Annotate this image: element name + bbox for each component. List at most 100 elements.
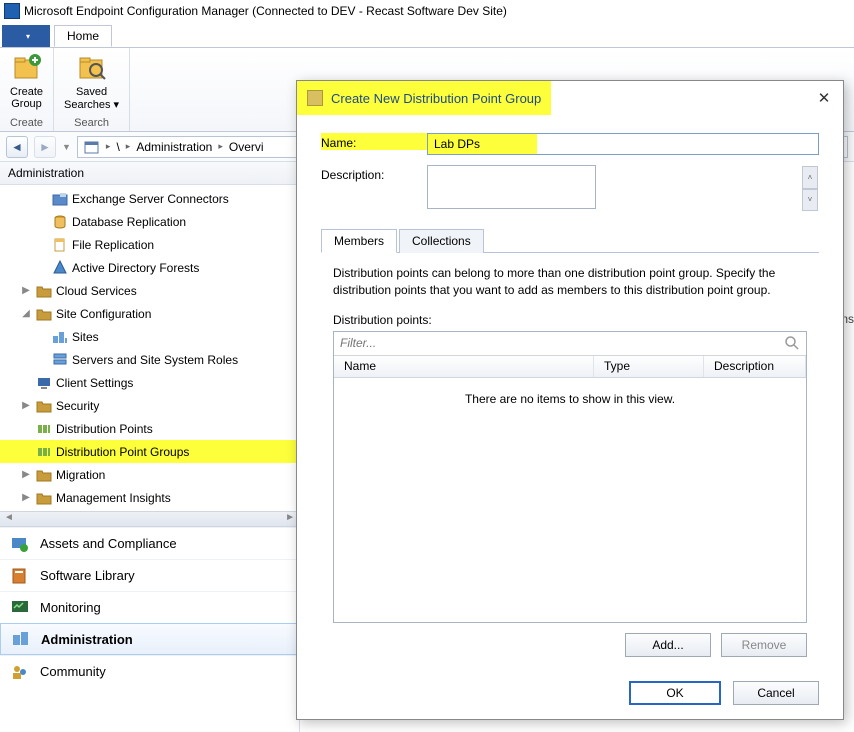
create-group-button[interactable]: Create Group	[10, 52, 43, 110]
tree-label: Security	[56, 399, 99, 413]
tab-body-members: Distribution points can belong to more t…	[321, 253, 819, 657]
window-titlebar: Microsoft Endpoint Configuration Manager…	[0, 0, 854, 22]
col-type[interactable]: Type	[594, 356, 704, 377]
cancel-button[interactable]: Cancel	[733, 681, 819, 705]
breadcrumb-seg[interactable]: Overvi	[229, 140, 264, 154]
expand-caret[interactable]: ▶	[20, 285, 32, 296]
tab-members[interactable]: Members	[321, 229, 397, 253]
nav-history-dropdown[interactable]: ▼	[62, 142, 71, 152]
name-label: Name:	[321, 133, 427, 150]
tree-icon	[36, 490, 52, 506]
dp-list-label: Distribution points:	[333, 313, 807, 327]
tree-label: Distribution Points	[56, 422, 153, 436]
home-tab-label: Home	[67, 29, 99, 43]
tree-item[interactable]: Database Replication	[0, 210, 299, 233]
tree-label: File Replication	[72, 238, 154, 252]
expand-caret[interactable]: ▶	[20, 400, 32, 411]
tree-label: Site Configuration	[56, 307, 151, 321]
chevron-icon: ▸	[106, 141, 111, 152]
nav-scrollbar[interactable]	[0, 511, 299, 527]
tree-label: Database Replication	[72, 215, 186, 229]
tree-icon	[36, 421, 52, 437]
tree-label: Active Directory Forests	[72, 261, 199, 275]
col-name[interactable]: Name	[334, 356, 594, 377]
tree-item[interactable]: ▶Management Insights	[0, 486, 299, 509]
wunderbar-icon	[10, 534, 30, 554]
tree-icon	[36, 398, 52, 414]
tree-label: Exchange Server Connectors	[72, 192, 229, 206]
close-button[interactable]: ✕	[815, 89, 833, 107]
add-button[interactable]: Add...	[625, 633, 711, 657]
tree-icon	[52, 214, 68, 230]
chevron-icon: ▸	[126, 141, 131, 152]
create-group-icon	[11, 52, 43, 84]
description-input[interactable]	[427, 165, 596, 209]
col-description[interactable]: Description	[704, 356, 806, 377]
create-dp-group-dialog: Create New Distribution Point Group ✕ Na…	[296, 80, 844, 720]
navigation-pane: Administration Exchange Server Connector…	[0, 162, 300, 732]
wunderbar-icon	[10, 598, 30, 618]
tree-icon	[36, 467, 52, 483]
tree-label: Distribution Point Groups	[56, 445, 189, 459]
search-icon[interactable]	[784, 335, 800, 351]
tree-icon	[52, 191, 68, 207]
expand-caret[interactable]: ▶	[20, 469, 32, 480]
filter-input[interactable]	[340, 333, 784, 353]
tree-label: Migration	[56, 468, 105, 482]
tree-item[interactable]: Sites	[0, 325, 299, 348]
app-icon	[4, 3, 20, 19]
forward-button[interactable]: ►	[34, 136, 56, 158]
remove-button[interactable]: Remove	[721, 633, 807, 657]
saved-searches-icon	[76, 52, 108, 84]
dialog-title: Create New Distribution Point Group	[331, 91, 541, 106]
nav-tree[interactable]: Exchange Server Connectors Database Repli…	[0, 185, 299, 511]
saved-searches-button[interactable]: Saved Searches ▾	[64, 52, 119, 111]
members-description: Distribution points can belong to more t…	[333, 265, 807, 299]
chevron-icon: ▸	[218, 141, 223, 152]
expand-caret[interactable]: ▶	[20, 492, 32, 503]
tab-members-label: Members	[334, 234, 384, 248]
wunderbar-item[interactable]: Software Library	[0, 559, 299, 591]
tree-icon	[52, 329, 68, 345]
file-tab[interactable]	[2, 25, 50, 47]
tree-item[interactable]: Servers and Site System Roles	[0, 348, 299, 371]
wunderbar-label: Assets and Compliance	[40, 536, 177, 551]
tree-item[interactable]: ▶ Migration	[0, 463, 299, 486]
tree-item[interactable]: Active Directory Forests	[0, 256, 299, 279]
dialog-footer: OK Cancel	[297, 667, 843, 719]
tree-item[interactable]: Distribution Points	[0, 417, 299, 440]
tree-item[interactable]: Exchange Server Connectors	[0, 187, 299, 210]
dialog-tabs: Members Collections	[321, 228, 819, 253]
ok-button[interactable]: OK	[629, 681, 721, 705]
name-input[interactable]	[427, 133, 819, 155]
nav-pane-title: Administration	[0, 162, 299, 185]
tree-label: Client Settings	[56, 376, 133, 390]
tree-icon	[36, 283, 52, 299]
tree-item[interactable]: ◢ Site Configuration	[0, 302, 299, 325]
tree-item[interactable]: ▶ Security	[0, 394, 299, 417]
tree-item[interactable]: File Replication	[0, 233, 299, 256]
breadcrumb-root-icon	[84, 139, 100, 155]
ribbon-group-search: Saved Searches ▾ Search	[54, 48, 130, 131]
wunderbar-item[interactable]: Community	[0, 655, 299, 687]
wunderbar-item[interactable]: Monitoring	[0, 591, 299, 623]
back-button[interactable]: ◄	[6, 136, 28, 158]
ribbon-tabstrip: Home	[0, 22, 854, 48]
description-label: Description:	[321, 165, 427, 182]
tab-collections[interactable]: Collections	[399, 229, 484, 253]
breadcrumb-seg[interactable]: Administration	[136, 140, 212, 154]
wunderbar-icon	[10, 662, 30, 682]
column-headers[interactable]: Name Type Description	[334, 356, 806, 378]
tree-item[interactable]: ▶ Cloud Services	[0, 279, 299, 302]
tree-icon	[52, 237, 68, 253]
expand-caret[interactable]: ◢	[20, 308, 32, 319]
tree-item[interactable]: Distribution Point Groups	[0, 440, 299, 463]
home-tab[interactable]: Home	[54, 25, 112, 47]
wunderbar-item[interactable]: Administration	[0, 623, 299, 655]
wunderbar-item[interactable]: Assets and Compliance	[0, 527, 299, 559]
tree-item[interactable]: Client Settings	[0, 371, 299, 394]
tree-label: Cloud Services	[56, 284, 137, 298]
wunderbar-icon	[10, 566, 30, 586]
ribbon-group-create-name: Create	[10, 117, 43, 129]
description-scroll[interactable]: ˄˅	[802, 166, 818, 211]
